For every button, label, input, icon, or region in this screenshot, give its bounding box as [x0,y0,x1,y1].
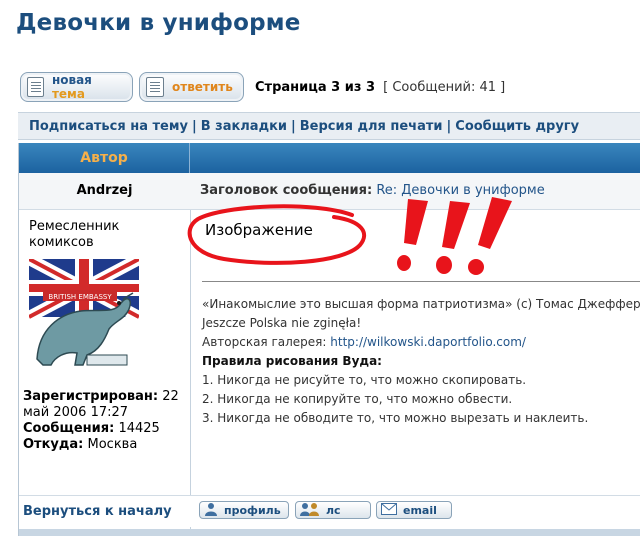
separator: | [291,118,296,134]
user-icon [204,502,218,519]
image-placeholder: Изображение [205,221,313,239]
author-stats: Зарегистрирован: 22 май 2006 17:27 Сообщ… [23,389,188,453]
posts-table: Автор Andrzej Заголовок сообщения: Re: Д… [18,143,640,536]
users-icon [300,502,320,519]
exclamation-marks-icon [397,197,512,275]
back-to-top-link[interactable]: Вернуться к началу [23,504,172,519]
subject-label: Заголовок сообщения: [200,183,373,198]
from-label: Откуда: [23,437,84,452]
page-indicator: Страница 3 из 3 [255,80,375,95]
table-header: Автор [19,143,640,173]
print-version-link[interactable]: Версия для печати [300,119,443,134]
new-topic-label-suffix: тема [51,87,85,101]
signature-quote: «Инакомыслие это высшая форма патриотизм… [202,297,640,311]
gallery-label: Авторская галерея: [202,335,327,349]
signature-polish: Jeszcze Polska nie zginęła! [202,316,362,330]
avatar: BRITISH EMBASSY [29,259,139,367]
reply-label: ответить [172,80,233,94]
profile-label: профиль [224,503,281,517]
reply-button[interactable]: ответить [139,72,244,102]
pagination: Страница 3 из 3 [ Сообщений: 41 ] [255,80,505,95]
rules-title: Правила рисования Вуда: [202,354,382,368]
pm-label: лс [326,503,341,517]
profile-button[interactable]: профиль [199,501,289,519]
registered-label: Зарегистрирован: [23,389,159,404]
bookmarks-link[interactable]: В закладки [201,119,287,134]
author-column-header: Автор [19,143,190,173]
from-value: Москва [87,437,138,452]
avatar-caption: BRITISH EMBASSY [48,293,112,301]
separator: | [446,118,452,134]
page-title: Девочки в униформе [16,10,301,36]
author-rank: Ремесленник комиксов [29,219,120,250]
signature: «Инакомыслие это высшая форма патриотизм… [202,295,640,428]
new-topic-label-prefix: новая [51,73,92,87]
envelope-icon [381,502,397,518]
rule-2: 2. Никогда не копируйте то, что можно об… [202,392,513,406]
topic-actions-bar: Подписаться на тему | В закладки | Верси… [18,112,640,140]
private-message-button[interactable]: лс [295,501,371,519]
subscribe-link[interactable]: Подписаться на тему [29,119,188,134]
post-author-name[interactable]: Andrzej [19,183,190,198]
document-icon [146,77,164,97]
rule-1: 1. Никогда не рисуйте то, что можно скоп… [202,373,527,387]
rule-3: 3. Никогда не обводите то, что можно выр… [202,411,589,425]
signature-divider [202,281,640,282]
posts-value: 14425 [118,421,160,436]
post-footer-row: Вернуться к началу профиль лс email [19,495,640,527]
document-icon [27,77,44,97]
posts-label: Сообщения: [23,421,115,436]
messages-count: [ Сообщений: 41 ] [383,80,506,95]
gallery-link[interactable]: http://wilkowski.daportfolio.com/ [330,335,526,349]
tell-friend-link[interactable]: Сообщить другу [455,119,579,134]
separator: | [191,118,197,134]
email-label: email [403,503,437,517]
new-topic-button[interactable]: новая тема [20,72,133,102]
email-button[interactable]: email [376,501,452,519]
